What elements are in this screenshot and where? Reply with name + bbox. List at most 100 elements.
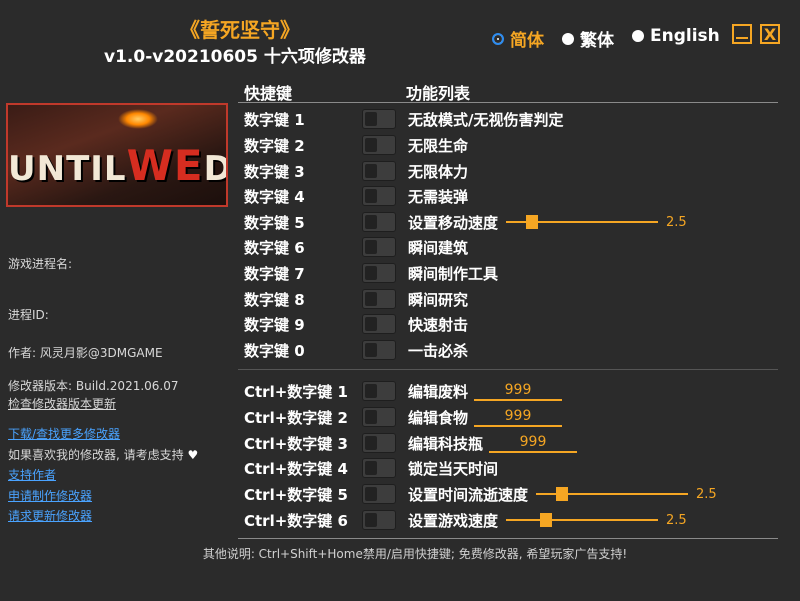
scrap-value-input[interactable]: 999 bbox=[474, 381, 563, 401]
header-divider bbox=[238, 102, 778, 103]
cheat-row: 数字键 2 无限生命 bbox=[244, 134, 784, 156]
footer-note: 其他说明: Ctrl+Shift+Home禁用/启用快捷键; 免费修改器, 希望… bbox=[202, 547, 628, 561]
function-label: 设置游戏速度 bbox=[408, 511, 499, 530]
radio-selected-icon[interactable] bbox=[492, 32, 504, 45]
cheat-row: 数字键 4 无需装弹 bbox=[244, 185, 784, 207]
heart-icon: ♥ bbox=[187, 448, 199, 462]
function-label: 锁定当天时间 bbox=[408, 459, 499, 478]
function-label: 瞬间制作工具 bbox=[408, 264, 499, 283]
game-title: 《誓死坚守》 bbox=[180, 18, 300, 42]
hotkey-label: 数字键 8 bbox=[244, 290, 305, 309]
toggle-switch[interactable] bbox=[362, 186, 396, 206]
toggle-switch[interactable] bbox=[362, 381, 396, 401]
close-icon: X bbox=[763, 24, 777, 44]
request-trainer-link[interactable]: 申请制作修改器 bbox=[8, 487, 92, 504]
function-label: 编辑食物 bbox=[408, 408, 469, 427]
minimize-button[interactable] bbox=[732, 24, 752, 44]
lang-option-english[interactable]: English bbox=[632, 26, 720, 46]
cheat-row: Ctrl+数字键 6 设置游戏速度 2.5 bbox=[244, 509, 784, 531]
toggle-switch[interactable] bbox=[362, 407, 396, 427]
function-label: 无需装弹 bbox=[408, 187, 469, 206]
close-button[interactable]: X bbox=[760, 24, 780, 44]
hotkey-label: 数字键 4 bbox=[244, 187, 305, 206]
toggle-switch[interactable] bbox=[362, 263, 396, 283]
hotkey-label: 数字键 0 bbox=[244, 341, 305, 360]
hotkey-label: Ctrl+数字键 6 bbox=[244, 511, 348, 530]
hotkey-label: 数字键 1 bbox=[244, 110, 305, 129]
process-id-label: 进程ID: bbox=[8, 308, 49, 322]
hotkey-label: 数字键 6 bbox=[244, 238, 305, 257]
request-update-link[interactable]: 请求更新修改器 bbox=[8, 507, 92, 524]
function-label: 瞬间建筑 bbox=[408, 238, 469, 257]
minimize-icon bbox=[736, 37, 748, 39]
cheat-row: Ctrl+数字键 5 设置时间流逝速度 2.5 bbox=[244, 483, 784, 505]
hotkey-label: Ctrl+数字键 1 bbox=[244, 382, 348, 401]
toggle-switch[interactable] bbox=[362, 458, 396, 478]
hotkey-label: 数字键 3 bbox=[244, 162, 305, 181]
slider-value: 2.5 bbox=[666, 512, 687, 528]
cheat-row: 数字键 0 一击必杀 bbox=[244, 339, 784, 361]
function-label: 编辑科技瓶 bbox=[408, 434, 484, 453]
time-speed-slider[interactable] bbox=[536, 484, 689, 504]
slider-value: 2.5 bbox=[696, 486, 717, 502]
function-label: 快速射击 bbox=[408, 315, 469, 334]
cheat-row: 数字键 1 无敌模式/无视伤害判定 bbox=[244, 108, 784, 130]
hotkey-label: 数字键 2 bbox=[244, 136, 305, 155]
toggle-switch[interactable] bbox=[362, 510, 396, 530]
lang-option-traditional[interactable]: 繁体 bbox=[562, 26, 614, 51]
cheat-row: Ctrl+数字键 4 锁定当天时间 bbox=[244, 457, 784, 479]
toggle-switch[interactable] bbox=[362, 289, 396, 309]
cheat-row: 数字键 5 设置移动速度 2.5 bbox=[244, 211, 784, 233]
slider-thumb[interactable] bbox=[526, 215, 539, 229]
function-label: 无限体力 bbox=[408, 162, 469, 181]
process-name-label: 游戏进程名: bbox=[8, 257, 73, 271]
cheat-row: 数字键 3 无限体力 bbox=[244, 160, 784, 182]
hotkey-label: 数字键 5 bbox=[244, 213, 305, 232]
hotkey-label: Ctrl+数字键 4 bbox=[244, 459, 348, 478]
function-label: 无敌模式/无视伤害判定 bbox=[408, 110, 564, 129]
slider-thumb[interactable] bbox=[540, 513, 553, 527]
cheat-row: Ctrl+数字键 1 编辑废料 999 bbox=[244, 380, 784, 402]
version-label: 修改器版本: Build.2021.06.07 bbox=[8, 379, 179, 393]
function-label: 设置时间流逝速度 bbox=[408, 485, 529, 504]
lang-option-simplified[interactable]: 简体 bbox=[492, 26, 544, 51]
support-author-link[interactable]: 支持作者 bbox=[8, 466, 56, 483]
hotkey-label: Ctrl+数字键 2 bbox=[244, 408, 348, 427]
toggle-switch[interactable] bbox=[362, 212, 396, 232]
hotkey-label: Ctrl+数字键 3 bbox=[244, 434, 348, 453]
download-more-link[interactable]: 下载/查找更多修改器 bbox=[8, 425, 120, 442]
check-update-link[interactable]: 检查修改器版本更新 bbox=[8, 395, 116, 412]
cheat-row: 数字键 6 瞬间建筑 bbox=[244, 236, 784, 258]
hotkey-column-header: 快捷键 bbox=[244, 84, 293, 103]
toggle-switch[interactable] bbox=[362, 135, 396, 155]
function-label: 一击必杀 bbox=[408, 341, 469, 360]
toggle-switch[interactable] bbox=[362, 484, 396, 504]
cheat-row: Ctrl+数字键 3 编辑科技瓶 999 bbox=[244, 432, 784, 454]
cheat-row: 数字键 8 瞬间研究 bbox=[244, 288, 784, 310]
toggle-switch[interactable] bbox=[362, 237, 396, 257]
function-column-header: 功能列表 bbox=[406, 84, 471, 103]
trainer-subtitle: v1.0-v20210605 十六项修改器 bbox=[104, 47, 366, 67]
move-speed-slider[interactable] bbox=[506, 212, 659, 232]
function-label: 瞬间研究 bbox=[408, 290, 469, 309]
function-label: 无限生命 bbox=[408, 136, 469, 155]
game-cover-image: UNTILWEDIE bbox=[6, 103, 228, 207]
radio-icon[interactable] bbox=[562, 32, 574, 45]
toggle-switch[interactable] bbox=[362, 161, 396, 181]
hotkey-label: 数字键 7 bbox=[244, 264, 305, 283]
lang-label: English bbox=[650, 26, 720, 46]
food-value-input[interactable]: 999 bbox=[474, 407, 563, 427]
author-label: 作者: 风灵月影@3DMGAME bbox=[8, 346, 163, 360]
tech-bottle-value-input[interactable]: 999 bbox=[489, 433, 578, 453]
slider-value: 2.5 bbox=[666, 214, 687, 230]
radio-icon[interactable] bbox=[632, 30, 644, 42]
lang-label: 简体 bbox=[510, 31, 544, 51]
toggle-switch[interactable] bbox=[362, 340, 396, 360]
slider-thumb[interactable] bbox=[556, 487, 569, 501]
toggle-switch[interactable] bbox=[362, 433, 396, 453]
game-speed-slider[interactable] bbox=[506, 510, 659, 530]
toggle-switch[interactable] bbox=[362, 109, 396, 129]
toggle-switch[interactable] bbox=[362, 314, 396, 334]
hotkey-label: Ctrl+数字键 5 bbox=[244, 485, 348, 504]
cheat-row: 数字键 7 瞬间制作工具 bbox=[244, 262, 784, 284]
